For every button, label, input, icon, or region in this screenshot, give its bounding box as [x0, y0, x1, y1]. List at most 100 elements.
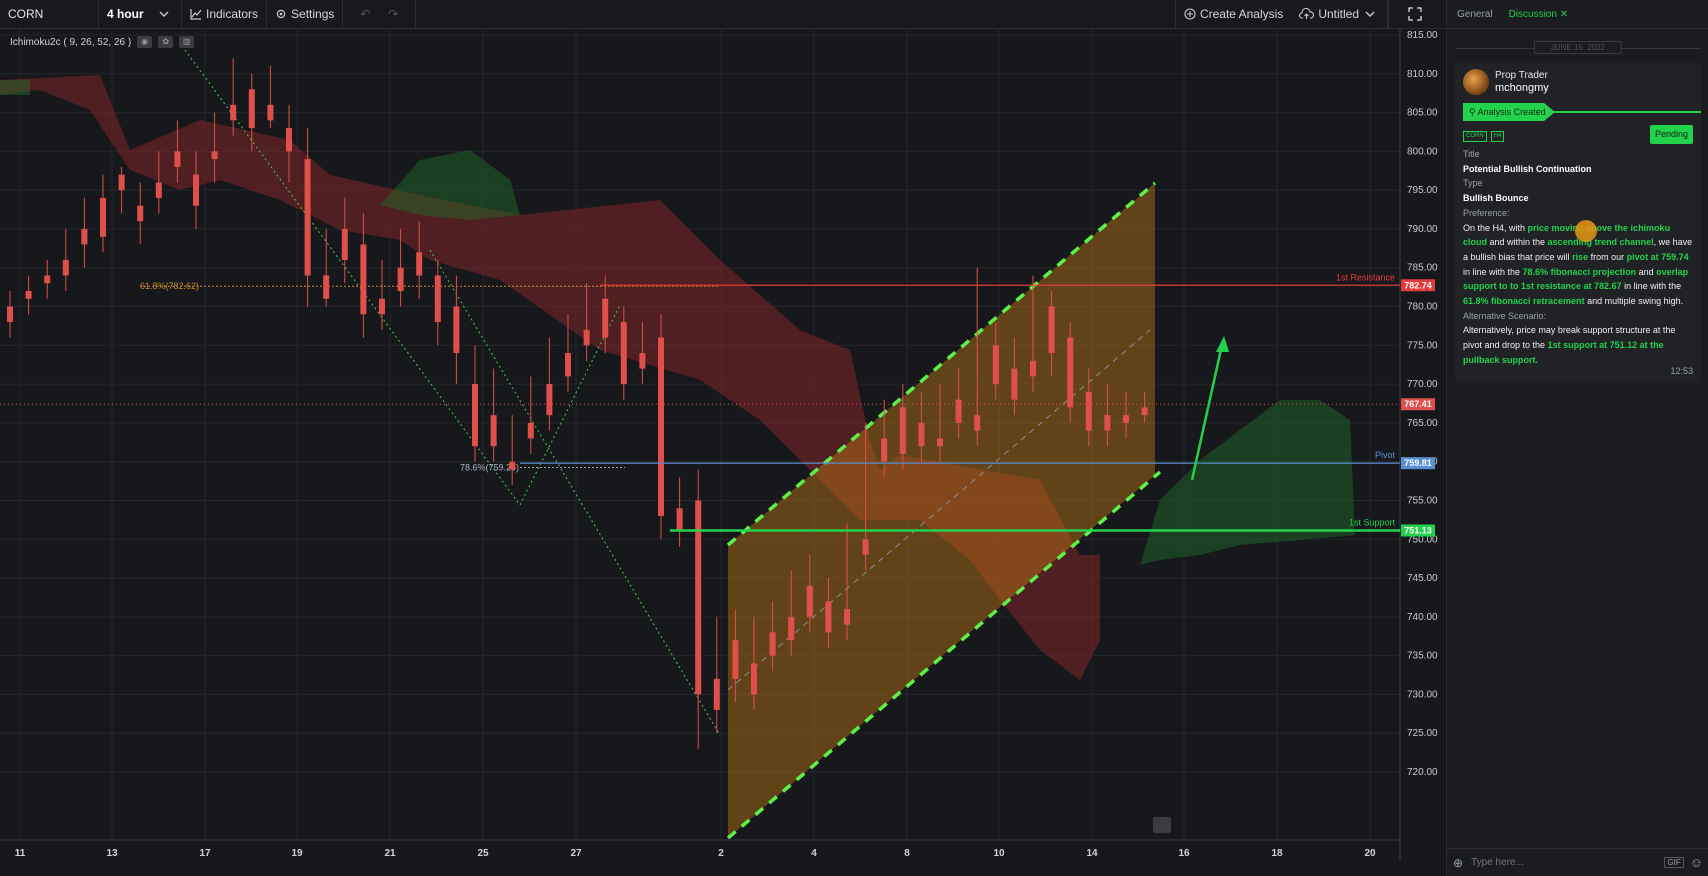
candle-body [230, 104, 237, 121]
candle-body [546, 384, 553, 416]
eye-icon[interactable]: ◉ [137, 36, 153, 48]
avatar[interactable] [1463, 69, 1489, 95]
candle-body [323, 275, 330, 299]
candle-body [844, 609, 850, 625]
tab-discussion-label: Discussion [1508, 8, 1557, 20]
author-name: mchongmy [1495, 81, 1549, 94]
current-price-text: 767.41 [1404, 399, 1432, 409]
candle-body [918, 422, 925, 447]
preference-segment: in line with the [1463, 266, 1523, 277]
symbol-selector[interactable]: CORN [0, 0, 99, 28]
candle-body [453, 306, 460, 354]
gear-icon[interactable]: ✿ [158, 36, 174, 48]
plus-circle-icon[interactable]: ⊕ [1453, 856, 1463, 870]
candle-body [937, 438, 943, 447]
chevron-down-icon [159, 11, 169, 17]
price-axis-tick: 775.00 [1407, 340, 1438, 351]
preference-segment: ascending trend channel [1547, 237, 1654, 248]
candle-body [955, 399, 962, 423]
time-axis-tick: 25 [477, 848, 489, 859]
level-price-text: 782.74 [1404, 280, 1432, 290]
price-chart[interactable]: 815.00 810.00 805.00 800.00 795.00 790.00 785.… [0, 29, 1445, 876]
status-flag: ⚲ Analysis Created [1463, 103, 1555, 121]
candle-body [155, 182, 162, 198]
candle-body [1104, 415, 1111, 431]
price-axis-tick: 745.00 [1407, 573, 1438, 584]
candle-body [7, 306, 13, 323]
preference-segment: in line with the [1621, 281, 1682, 292]
candle-body [1085, 391, 1092, 431]
price-axis-tick: 810.00 [1407, 69, 1438, 80]
candle-body [732, 640, 739, 679]
candle-body [992, 345, 999, 385]
close-icon[interactable]: ✕ [1560, 9, 1568, 20]
time-axis-tick: 11 [15, 848, 26, 859]
candle-body [862, 539, 869, 555]
preference-segment: rise [1572, 251, 1589, 262]
candle-body [397, 267, 404, 292]
indicator-legend-text: Ichimoku2c ( 9, 26, 52, 26 ) [10, 36, 132, 48]
type-label: Type [1463, 178, 1483, 189]
settings-button[interactable]: Settings [267, 0, 344, 28]
candle-body [620, 322, 627, 385]
undo-icon[interactable]: ↶ [360, 7, 370, 21]
gear-icon [276, 9, 286, 19]
price-axis-tick: 805.00 [1407, 108, 1438, 119]
date-text: JUNE 15, 2022 [1533, 41, 1623, 54]
price-axis-tick: 755.00 [1407, 495, 1438, 506]
time-axis-tick: 17 [199, 848, 211, 859]
indicator-legend: Ichimoku2c ( 9, 26, 52, 26 ) ◉ ✿ ▥ [10, 36, 195, 48]
create-analysis-button[interactable]: Create Analysis [1174, 0, 1291, 28]
level-label: 1st Support [1349, 517, 1396, 527]
time-axis-tick: 19 [291, 848, 303, 859]
candle-body [1123, 415, 1129, 423]
panel-tabs: General Discussion ✕ [1447, 0, 1708, 29]
candle-body [565, 353, 571, 377]
candle-body [434, 275, 441, 323]
plus-circle-icon [1184, 8, 1196, 20]
analysis-created-banner: ⚲ Analysis Created [1463, 103, 1701, 121]
preference-segment: On the H4, with [1463, 222, 1528, 233]
time-axis-tick: 4 [811, 848, 817, 859]
tag-interval: H4 [1490, 130, 1505, 142]
candle-body [1011, 368, 1018, 400]
alt-label: Alternative Scenario: [1463, 310, 1547, 321]
preference-segment: 61.8% fibonacci retracement [1463, 296, 1585, 307]
time-axis-tick: 16 [1178, 848, 1190, 859]
indicators-button[interactable]: Indicators [182, 0, 268, 28]
preference-label: Preference: [1463, 207, 1510, 218]
candle-body [825, 601, 832, 633]
status-badge[interactable]: Pending [1649, 125, 1693, 144]
tab-general[interactable]: General [1457, 9, 1493, 20]
emoji-icon[interactable]: ☺ [1690, 855, 1703, 870]
interval-text: 4 hour [107, 7, 144, 21]
redo-icon[interactable]: ↷ [388, 7, 398, 21]
message-input[interactable] [1469, 856, 1659, 869]
time-axis-tick: 8 [904, 848, 910, 859]
candle-body [974, 415, 981, 431]
cloud-upload-icon [1299, 8, 1315, 19]
candle-body [490, 415, 497, 447]
time-axis-tick: 27 [570, 848, 582, 859]
candle-body [193, 174, 199, 206]
price-axis-tick: 720.00 [1407, 767, 1438, 778]
level-price-text: 751.13 [1404, 525, 1432, 535]
top-toolbar: CORN 4 hour Indicators Settings ↶ ↷ Crea… [0, 0, 1445, 29]
interval-selector[interactable]: 4 hour [99, 0, 182, 28]
time-axis-tick: 20 [1364, 848, 1376, 859]
settings-label: Settings [291, 7, 335, 21]
candle-body [1048, 306, 1055, 354]
time-axis-tick: 14 [1086, 848, 1098, 859]
pin-icon: ⚲ [1469, 107, 1476, 117]
candle-body [676, 508, 683, 532]
preference-segment: from our [1588, 251, 1627, 262]
trash-icon[interactable]: ▥ [179, 36, 195, 48]
layout-selector[interactable]: Untitled [1291, 0, 1388, 28]
tab-discussion[interactable]: Discussion ✕ [1509, 9, 1569, 20]
price-axis-tick: 770.00 [1407, 379, 1438, 390]
chart-canvas[interactable]: 815.00 810.00 805.00 800.00 795.00 790.00 785.… [0, 29, 1445, 876]
gif-button[interactable]: GIF [1664, 857, 1684, 868]
fullscreen-button[interactable] [1388, 0, 1445, 28]
price-axis-tick: 740.00 [1407, 612, 1438, 623]
candle-body [286, 128, 292, 152]
